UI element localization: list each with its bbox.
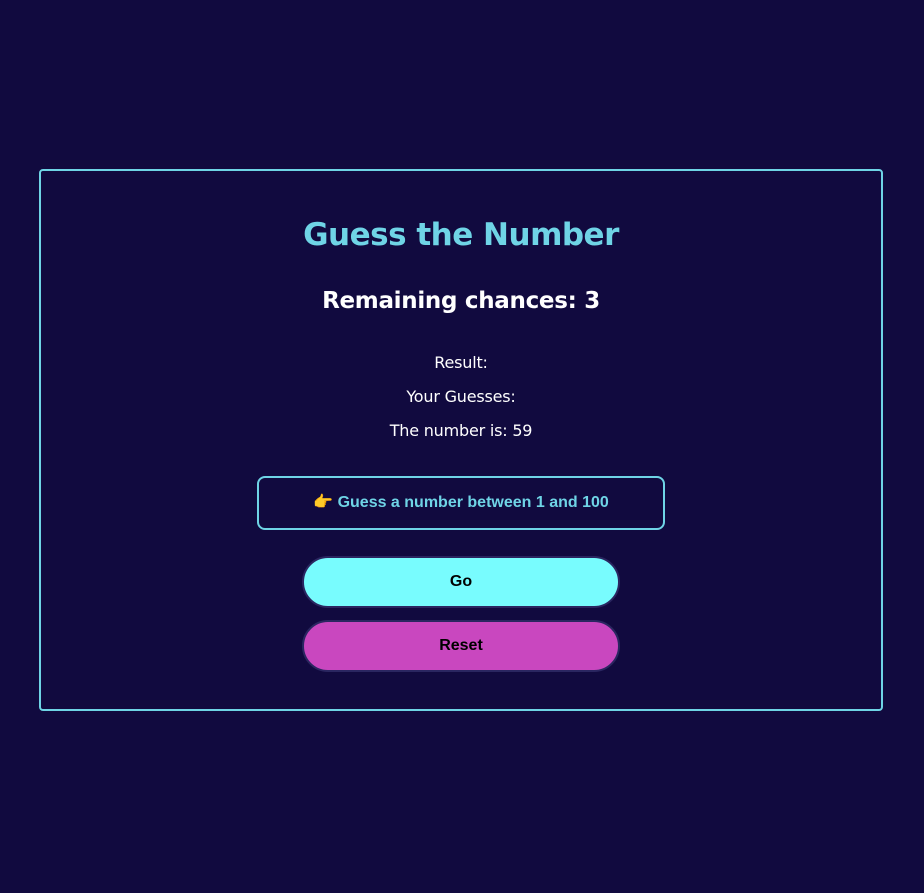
secret-number-line: The number is: 59 — [41, 421, 881, 440]
remaining-chances: Remaining chances: 3 — [41, 288, 881, 314]
chances-label: Remaining chances: — [322, 288, 585, 314]
number-value: 59 — [512, 421, 533, 440]
reset-button[interactable]: Reset — [302, 620, 620, 672]
guess-input-container — [257, 476, 665, 530]
go-button[interactable]: Go — [302, 556, 620, 608]
result-label: Result: — [434, 353, 488, 372]
result-line: Result: — [41, 353, 881, 372]
guesses-line: Your Guesses: — [41, 387, 881, 406]
number-label: The number is: — [389, 421, 513, 440]
chances-value: 3 — [584, 288, 600, 314]
page-title: Guess the Number — [303, 217, 619, 253]
guess-input[interactable] — [259, 478, 663, 528]
game-card: Guess the Number Remaining chances: 3 Re… — [39, 169, 883, 711]
guesses-label: Your Guesses: — [406, 387, 516, 406]
